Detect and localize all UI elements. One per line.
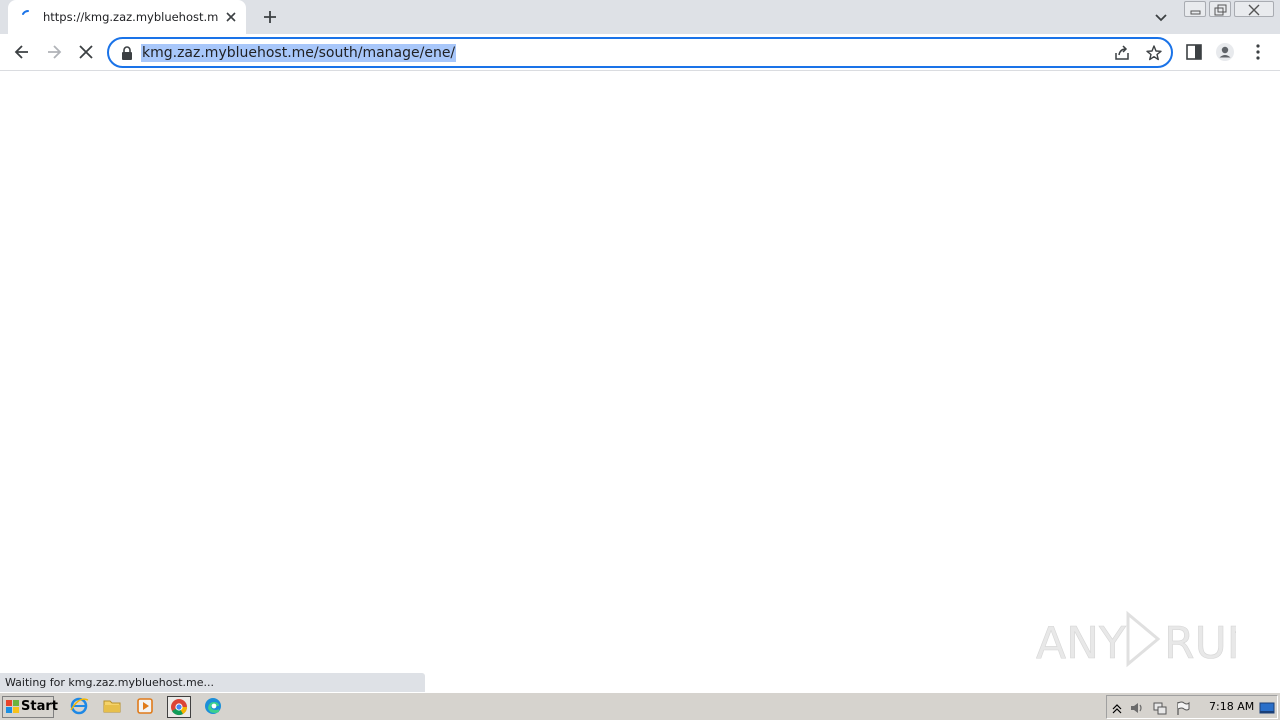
new-tab-icon[interactable] xyxy=(259,6,281,28)
close-window-button[interactable] xyxy=(1234,1,1274,17)
profile-avatar-icon[interactable] xyxy=(1215,42,1235,62)
minimize-button[interactable] xyxy=(1184,1,1206,17)
volume-icon[interactable] xyxy=(1129,700,1145,716)
menu-kebab-icon[interactable] xyxy=(1248,42,1268,62)
page-content xyxy=(0,72,1280,692)
action-center-flag-icon[interactable] xyxy=(1175,700,1191,716)
bookmark-star-icon[interactable] xyxy=(1145,44,1163,62)
folder-icon xyxy=(103,700,121,713)
status-bubble: Waiting for kmg.zaz.mybluehost.me... xyxy=(0,673,425,692)
show-desktop-icon[interactable] xyxy=(1259,700,1275,716)
close-tab-icon[interactable] xyxy=(223,9,239,25)
tab-strip: https://kmg.zaz.mybluehost.me/south/mana… xyxy=(0,0,1280,34)
tab-title: https://kmg.zaz.mybluehost.me/south/mana… xyxy=(43,10,219,24)
tray-expand-arrow-icon[interactable] xyxy=(1109,700,1125,716)
network-icon[interactable] xyxy=(1152,700,1168,716)
restore-button[interactable] xyxy=(1209,1,1231,17)
restore-icon xyxy=(1214,4,1227,16)
taskbar-edge[interactable] xyxy=(202,696,226,718)
back-arrow-icon[interactable] xyxy=(12,42,32,62)
side-panel-icon[interactable] xyxy=(1184,42,1204,62)
anyrun-watermark-logo: ANY RUN xyxy=(1036,610,1236,669)
loading-spinner-icon xyxy=(22,10,29,15)
browser-toolbar: kmg.zaz.mybluehost.me/south/manage/ene/ xyxy=(0,34,1280,71)
url-text[interactable]: kmg.zaz.mybluehost.me/south/manage/ene/ xyxy=(141,44,457,62)
svg-text:RUN: RUN xyxy=(1164,618,1236,669)
stop-loading-icon[interactable] xyxy=(76,42,96,62)
windows-logo-icon xyxy=(6,700,19,713)
edge-icon xyxy=(205,698,221,714)
forward-arrow-icon[interactable] xyxy=(44,42,64,62)
taskbar-file-explorer[interactable] xyxy=(101,696,125,718)
tab-search-chevron-icon[interactable] xyxy=(1152,8,1170,26)
taskbar-internet-explorer[interactable] xyxy=(68,696,92,718)
internet-explorer-icon xyxy=(70,697,89,715)
close-icon xyxy=(1248,4,1260,16)
chrome-icon xyxy=(171,699,188,716)
os-taskbar: Start 7:18 AM xyxy=(0,692,1280,720)
start-button[interactable]: Start xyxy=(2,696,58,718)
address-bar[interactable]: kmg.zaz.mybluehost.me/south/manage/ene/ xyxy=(107,37,1173,68)
tray-clock[interactable]: 7:18 AM xyxy=(1209,698,1254,716)
start-label: Start xyxy=(21,699,58,714)
share-icon[interactable] xyxy=(1113,44,1131,62)
system-tray: 7:18 AM xyxy=(1106,695,1278,719)
lock-icon[interactable] xyxy=(121,46,133,60)
minimize-icon xyxy=(1190,10,1201,15)
taskbar-media-player[interactable] xyxy=(134,696,158,718)
media-player-icon xyxy=(137,698,153,714)
tab-active[interactable]: https://kmg.zaz.mybluehost.me/south/mana… xyxy=(8,0,246,34)
taskbar-chrome[interactable] xyxy=(167,696,191,718)
svg-text:ANY: ANY xyxy=(1036,618,1126,669)
